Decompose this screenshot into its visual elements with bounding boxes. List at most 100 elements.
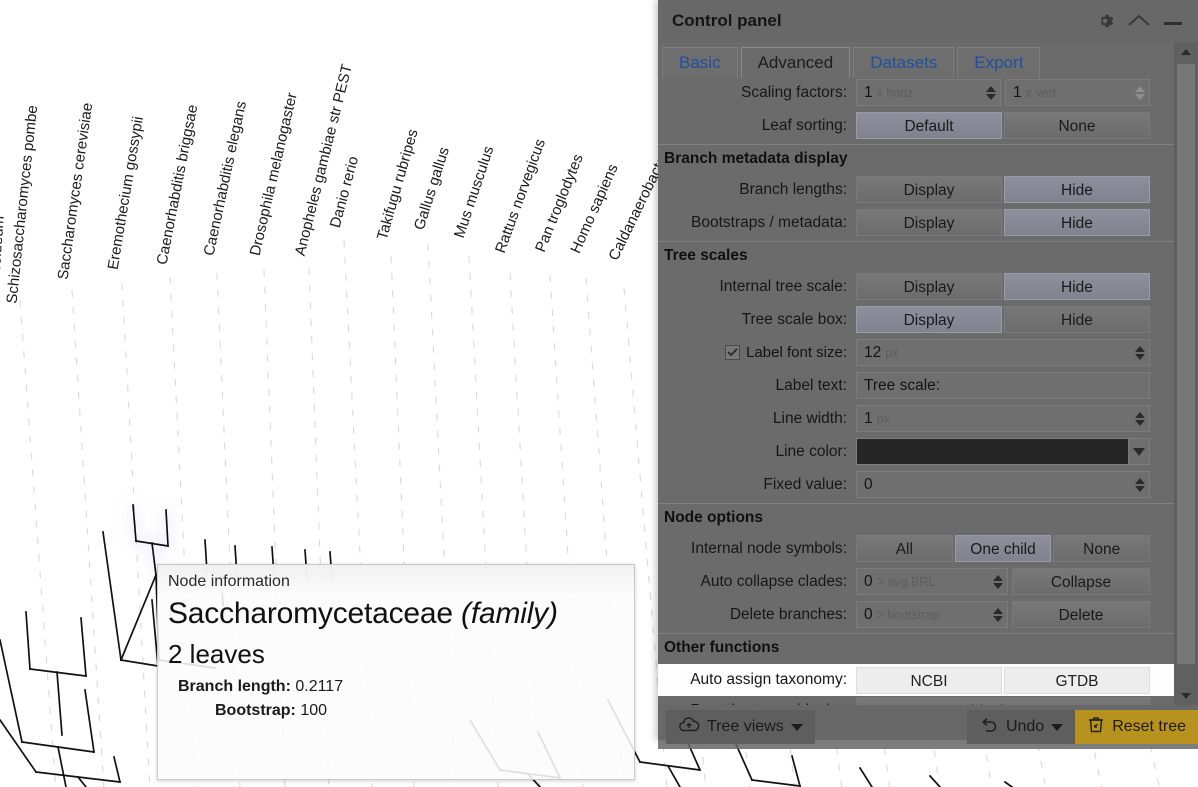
undo-arrow-icon: [979, 716, 999, 739]
minimize-icon[interactable]: [1156, 4, 1190, 38]
tree-views-label: Tree views: [707, 718, 784, 735]
auto-collapse-label: Auto collapse clades:: [700, 572, 847, 590]
node-info-name: Saccharomycetaceae: [168, 597, 453, 630]
row-leaf-sorting: Leaf sorting: Default None: [658, 111, 1174, 140]
row-delete-branches: Delete branches: 0 > bootstrap Delete: [658, 600, 1174, 629]
scrollbar-thumb[interactable]: [1177, 64, 1195, 664]
internal-tree-scale-display-button[interactable]: Display: [856, 273, 1002, 300]
fixed-value-value: 0: [864, 475, 873, 493]
spinner-icon[interactable]: [1135, 345, 1145, 360]
node-symbols-one-child-button[interactable]: One child: [954, 535, 1052, 562]
leaf-sorting-none-button[interactable]: None: [1004, 112, 1150, 139]
node-symbols-none-button[interactable]: None: [1053, 535, 1151, 562]
row-root-midpoint: Root the tree midpoint: Midpoint root: [658, 696, 1174, 705]
label-text-input[interactable]: Tree scale:: [856, 372, 1150, 399]
control-panel-scrollbar[interactable]: [1174, 42, 1198, 705]
node-symbols-all-button[interactable]: All: [856, 535, 953, 562]
label-font-size-value: 12: [864, 343, 882, 361]
auto-collapse-unit: > avg.BRL: [876, 574, 936, 589]
scaling-factors-label: Scaling factors:: [741, 83, 847, 101]
undo-button[interactable]: Undo: [966, 710, 1076, 744]
row-label-font-size: Label font size: 12 px: [658, 338, 1174, 367]
collapse-chevron-icon[interactable]: [1122, 4, 1156, 38]
tab-export[interactable]: Export: [957, 47, 1041, 78]
gtdb-button[interactable]: GTDB: [1004, 666, 1150, 694]
row-tree-scale-box: Tree scale box: Display Hide: [658, 305, 1174, 334]
branch-length-label: Branch length:: [178, 678, 291, 695]
auto-assign-taxonomy-label: Auto assign taxonomy:: [690, 671, 847, 688]
bootstraps-hide-button[interactable]: Hide: [1004, 209, 1150, 236]
spinner-icon[interactable]: [1135, 411, 1145, 426]
spinner-icon[interactable]: [986, 85, 996, 100]
reset-tree-label: Reset tree: [1112, 718, 1186, 735]
scroll-down-arrow-icon[interactable]: [1174, 685, 1198, 705]
leaf-sorting-label: Leaf sorting:: [761, 116, 847, 134]
branch-lengths-hide-button[interactable]: Hide: [1004, 176, 1150, 203]
row-line-color: Line color:: [658, 437, 1174, 466]
reset-tree-button[interactable]: Reset tree: [1075, 710, 1198, 744]
tree-scale-box-hide-button[interactable]: Hide: [1004, 306, 1150, 333]
undo-label: Undo: [1005, 718, 1045, 735]
node-info-rank: (family): [461, 597, 558, 630]
scaling-vert-unit: x vert.: [1025, 85, 1060, 100]
line-width-unit: px: [876, 411, 890, 426]
spinner-icon[interactable]: [993, 607, 1003, 622]
branch-lengths-label: Branch lengths:: [739, 180, 847, 198]
line-width-input[interactable]: 1 px: [856, 405, 1150, 432]
tree-scale-box-display-button[interactable]: Display: [856, 306, 1002, 333]
label-font-size-unit: px: [885, 345, 899, 360]
control-panel-body: Scaling factors: 1 x horiz. 1 x vert. Le…: [658, 78, 1174, 705]
tab-advanced[interactable]: Advanced: [740, 47, 851, 78]
line-color-picker[interactable]: [856, 438, 1150, 465]
bootstraps-label: Bootstraps / metadata:: [691, 213, 847, 231]
chevron-down-icon: [1051, 723, 1064, 731]
label-font-size-checkbox[interactable]: [725, 345, 741, 360]
bootstraps-display-button[interactable]: Display: [856, 209, 1002, 236]
delete-branches-input[interactable]: 0 > bootstrap: [856, 601, 1008, 628]
branch-lengths-display-button[interactable]: Display: [856, 176, 1002, 203]
line-color-label: Line color:: [775, 442, 847, 460]
fixed-value-label: Fixed value:: [763, 475, 847, 493]
branch-length-value: 0.2117: [295, 678, 344, 695]
tree-scale-box-label: Tree scale box:: [741, 310, 847, 328]
node-info-leaf-count: 2 leaves: [168, 639, 265, 669]
scaling-horiz-input[interactable]: 1 x horiz.: [856, 79, 1001, 106]
auto-collapse-input[interactable]: 0 > avg.BRL: [856, 568, 1008, 595]
fixed-value-input[interactable]: 0: [856, 471, 1150, 498]
spinner-icon[interactable]: [1135, 85, 1145, 100]
label-font-size-input[interactable]: 12 px: [856, 339, 1150, 366]
internal-tree-scale-hide-button[interactable]: Hide: [1004, 273, 1150, 300]
scaling-vert-input[interactable]: 1 x vert.: [1005, 79, 1150, 106]
node-info-branch-length-row: Branch length: 0.2117: [168, 672, 634, 696]
auto-collapse-value: 0: [864, 572, 873, 590]
control-panel-bottom-bar: Tree views Undo Reset tree: [658, 705, 1198, 749]
collapse-button[interactable]: Collapse: [1012, 568, 1150, 595]
midpoint-root-button[interactable]: Midpoint root: [856, 697, 1150, 705]
spinner-icon[interactable]: [993, 574, 1003, 589]
scaling-horiz-value: 1: [864, 83, 873, 101]
scaling-horiz-unit: x horiz.: [876, 85, 917, 100]
section-branch-metadata: Branch metadata display: [658, 144, 1174, 173]
scaling-vert-value: 1: [1013, 83, 1022, 101]
control-panel-title: Control panel: [672, 11, 782, 30]
tree-views-button[interactable]: Tree views: [666, 710, 815, 744]
row-fixed-value: Fixed value: 0: [658, 470, 1174, 499]
tab-basic[interactable]: Basic: [662, 47, 738, 78]
gear-icon[interactable]: [1088, 4, 1122, 38]
line-color-swatch: [857, 439, 1128, 464]
row-internal-node-symbols: Internal node symbols: All One child Non…: [658, 534, 1174, 563]
leaf-sorting-default-button[interactable]: Default: [856, 112, 1002, 139]
node-info-bootstrap-row: Bootstrap: 100: [205, 696, 634, 720]
row-auto-assign-taxonomy[interactable]: Auto assign taxonomy: NCBI GTDB: [658, 664, 1174, 696]
scroll-up-arrow-icon[interactable]: [1174, 42, 1198, 62]
section-other-functions: Other functions: [658, 633, 1174, 662]
delete-button[interactable]: Delete: [1012, 601, 1150, 628]
ncbi-button[interactable]: NCBI: [856, 666, 1002, 694]
line-width-value: 1: [864, 409, 873, 427]
spinner-icon[interactable]: [1135, 477, 1145, 492]
chevron-down-icon[interactable]: [1128, 439, 1149, 464]
tab-datasets[interactable]: Datasets: [853, 47, 955, 78]
control-panel-tabs: Basic Advanced Datasets Export: [658, 42, 1198, 78]
cloud-upload-icon: [678, 716, 700, 739]
row-branch-lengths: Branch lengths: Display Hide: [658, 175, 1174, 204]
